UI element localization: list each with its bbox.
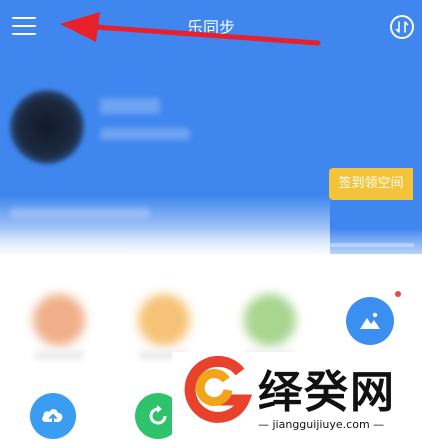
annotation-arrow <box>60 12 321 46</box>
